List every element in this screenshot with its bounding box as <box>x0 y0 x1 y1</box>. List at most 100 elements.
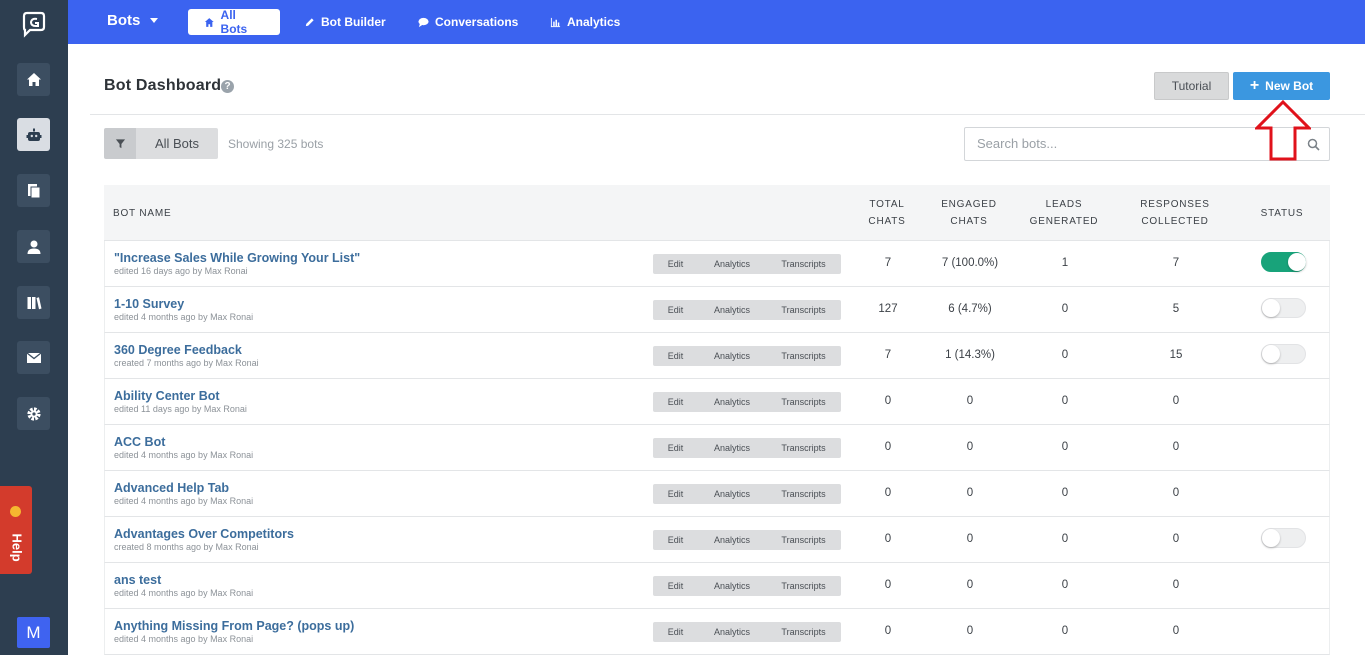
col-leads-generated[interactable]: LEADS GENERATED <box>1024 196 1104 230</box>
bot-name-link[interactable]: ans test <box>114 573 161 587</box>
bot-name-link[interactable]: Ability Center Bot <box>114 389 220 403</box>
chevron-down-icon <box>150 18 159 23</box>
analytics-button[interactable]: Analytics <box>698 346 766 366</box>
edit-button[interactable]: Edit <box>653 254 698 274</box>
tab-bot-builder[interactable]: Bot Builder <box>288 9 402 35</box>
analytics-button[interactable]: Analytics <box>698 622 766 642</box>
search-input[interactable] <box>977 136 1277 151</box>
sidebar-item-bots[interactable] <box>17 118 50 151</box>
sidebar-item-users[interactable] <box>17 230 50 263</box>
total-chats-cell: 0 <box>884 395 892 407</box>
col-bot-name[interactable]: BOT NAME <box>113 205 171 222</box>
bot-name-link[interactable]: Advantages Over Competitors <box>114 527 294 541</box>
bot-name-link[interactable]: 1-10 Survey <box>114 297 184 311</box>
responses-collected-cell: 0 <box>1172 441 1180 453</box>
edit-button[interactable]: Edit <box>653 392 698 412</box>
chat-bubble-icon <box>418 17 429 27</box>
table-row: Advantages Over Competitors created 8 mon… <box>104 517 1330 563</box>
engaged-chats-cell: 6 (4.7%) <box>948 303 992 315</box>
edit-button[interactable]: Edit <box>653 300 698 320</box>
table-body: "Increase Sales While Growing Your List"… <box>104 241 1330 655</box>
app-logo-icon[interactable] <box>18 8 50 40</box>
row-actions: Edit Analytics Transcripts <box>653 300 841 320</box>
header-divider <box>90 114 1365 115</box>
sidebar-item-documents[interactable] <box>17 174 50 207</box>
leads-generated-cell: 0 <box>1061 395 1069 407</box>
transcripts-button[interactable]: Transcripts <box>766 300 841 320</box>
col-engaged-chats[interactable]: ENGAGED CHATS <box>929 196 1009 230</box>
col-status[interactable]: STATUS <box>1252 205 1312 222</box>
edit-button[interactable]: Edit <box>653 576 698 596</box>
pencil-icon <box>305 17 314 26</box>
bot-name-link[interactable]: "Increase Sales While Growing Your List" <box>114 251 360 265</box>
transcripts-button[interactable]: Transcripts <box>766 622 841 642</box>
bot-name-link[interactable]: ACC Bot <box>114 435 165 449</box>
avatar[interactable]: M <box>17 617 50 648</box>
analytics-button[interactable]: Analytics <box>698 254 766 274</box>
bot-count-text: Showing 325 bots <box>228 137 324 151</box>
tab-all-bots-label: All Bots <box>220 8 248 36</box>
transcripts-button[interactable]: Transcripts <box>766 346 841 366</box>
responses-collected-cell: 0 <box>1172 533 1180 545</box>
bot-name-link[interactable]: Anything Missing From Page? (pops up) <box>114 619 354 633</box>
bot-meta-text: edited 16 days ago by Max Ronai <box>114 266 248 276</box>
app-root: Help M Bots All Bots Bot Builder Convers… <box>0 0 1365 655</box>
analytics-button[interactable]: Analytics <box>698 530 766 550</box>
transcripts-button[interactable]: Transcripts <box>766 438 841 458</box>
sidebar-item-library[interactable] <box>17 286 50 319</box>
tab-conversations[interactable]: Conversations <box>402 9 534 35</box>
bot-meta-text: edited 11 days ago by Max Ronai <box>114 404 247 414</box>
status-toggle[interactable] <box>1261 528 1306 548</box>
col-total-chats[interactable]: TOTAL CHATS <box>857 196 917 230</box>
books-icon <box>27 296 41 309</box>
sidebar-item-messages[interactable] <box>17 341 50 374</box>
leads-generated-cell: 0 <box>1061 441 1069 453</box>
bot-name-link[interactable]: 360 Degree Feedback <box>114 343 242 357</box>
all-bots-filter[interactable]: All Bots <box>136 128 218 159</box>
toggle-knob <box>1262 299 1280 317</box>
analytics-button[interactable]: Analytics <box>698 300 766 320</box>
filter-button[interactable] <box>104 128 136 159</box>
total-chats-cell: 127 <box>878 303 898 315</box>
new-bot-button[interactable]: + New Bot <box>1233 72 1330 100</box>
table-row: Advanced Help Tab edited 4 months ago by … <box>104 471 1330 517</box>
toggle-knob <box>1262 345 1280 363</box>
edit-button[interactable]: Edit <box>653 622 698 642</box>
edit-button[interactable]: Edit <box>653 438 698 458</box>
home-icon <box>26 72 41 86</box>
analytics-button[interactable]: Analytics <box>698 484 766 504</box>
question-circle-icon[interactable]: ? <box>221 80 234 93</box>
total-chats-cell: 0 <box>884 579 892 591</box>
table-row: ACC Bot edited 4 months ago by Max Ronai E… <box>104 425 1330 471</box>
transcripts-button[interactable]: Transcripts <box>766 484 841 504</box>
page-title: Bot Dashboard <box>104 77 222 94</box>
status-toggle[interactable] <box>1261 252 1306 272</box>
bots-table: BOT NAME TOTAL CHATS ENGAGED CHATS LEADS… <box>104 185 1330 655</box>
transcripts-button[interactable]: Transcripts <box>766 254 841 274</box>
transcripts-button[interactable]: Transcripts <box>766 576 841 596</box>
analytics-button[interactable]: Analytics <box>698 392 766 412</box>
row-actions: Edit Analytics Transcripts <box>653 392 841 412</box>
status-toggle[interactable] <box>1261 344 1306 364</box>
tab-all-bots[interactable]: All Bots <box>188 8 280 36</box>
col-responses-collected[interactable]: RESPONSES COLLECTED <box>1130 196 1220 230</box>
transcripts-button[interactable]: Transcripts <box>766 530 841 550</box>
analytics-button[interactable]: Analytics <box>698 576 766 596</box>
help-tab[interactable]: Help <box>0 486 32 574</box>
transcripts-button[interactable]: Transcripts <box>766 392 841 412</box>
edit-button[interactable]: Edit <box>653 530 698 550</box>
status-toggle[interactable] <box>1261 298 1306 318</box>
bot-name-link[interactable]: Advanced Help Tab <box>114 481 229 495</box>
bots-menu-dropdown[interactable]: Bots <box>107 12 159 29</box>
responses-collected-cell: 0 <box>1172 487 1180 499</box>
tutorial-button[interactable]: Tutorial <box>1154 72 1229 100</box>
sidebar-item-settings[interactable] <box>17 397 50 430</box>
edit-button[interactable]: Edit <box>653 484 698 504</box>
sidebar-item-home[interactable] <box>17 63 50 96</box>
engaged-chats-cell: 0 <box>966 533 974 545</box>
bot-meta-text: created 8 months ago by Max Ronai <box>114 542 259 552</box>
tab-analytics[interactable]: Analytics <box>534 9 636 35</box>
edit-button[interactable]: Edit <box>653 346 698 366</box>
analytics-button[interactable]: Analytics <box>698 438 766 458</box>
table-header: BOT NAME TOTAL CHATS ENGAGED CHATS LEADS… <box>104 185 1330 241</box>
